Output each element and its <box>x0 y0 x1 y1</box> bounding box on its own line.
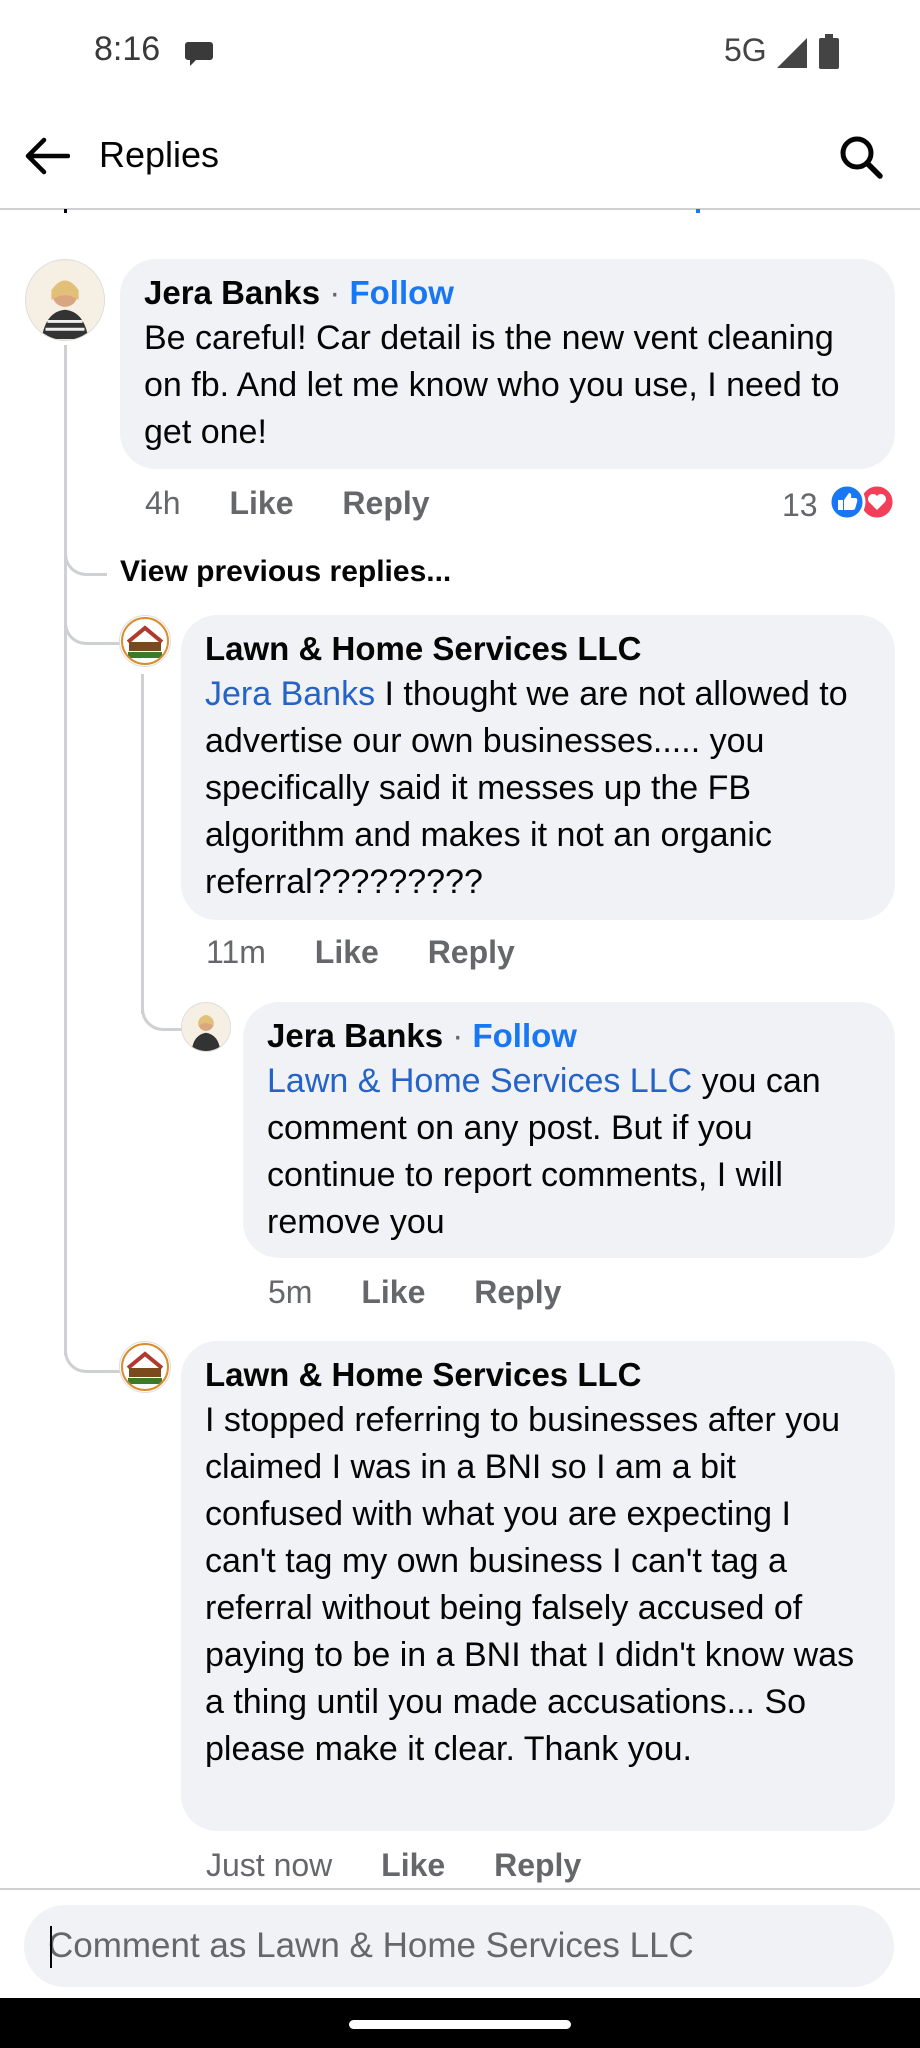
thread-connector <box>64 1340 121 1373</box>
thread-connector <box>64 600 121 645</box>
page-title: Replies <box>99 134 220 175</box>
text-cursor <box>50 1926 52 1968</box>
view-previous-replies-link[interactable]: View previous replies... <box>120 555 451 589</box>
comment-actions: 5m Like Reply <box>268 1274 601 1311</box>
comment-bubble: Jera Banks · Follow Be careful! Car deta… <box>120 259 895 469</box>
comment-text: Lawn & Home Services LLC you can comment… <box>267 1058 871 1246</box>
mention-link[interactable]: Jera Banks <box>205 675 375 713</box>
network-type: 5G <box>724 32 767 68</box>
thread-line <box>141 674 144 1014</box>
separator-dot: · <box>452 1017 473 1054</box>
battery-icon <box>819 34 839 69</box>
comment-timestamp: 4h <box>145 485 181 521</box>
cell-signal-icon <box>777 38 807 68</box>
comment-bubble: Jera Banks · Follow Lawn & Home Services… <box>243 1002 895 1258</box>
status-bar: 8:16 5G <box>0 0 920 104</box>
comment-author-line: Jera Banks · Follow <box>144 273 871 313</box>
reply-button[interactable]: Reply <box>494 1847 581 1883</box>
comment-timestamp: 11m <box>206 934 266 970</box>
comment-author[interactable]: Lawn & Home Services LLC <box>205 630 641 667</box>
avatar[interactable] <box>181 1002 231 1052</box>
status-time: 8:16 <box>94 30 161 68</box>
like-button[interactable]: Like <box>229 485 293 521</box>
reply-button[interactable]: Reply <box>474 1274 561 1310</box>
separator-dot: · <box>329 274 350 311</box>
thread-line <box>64 345 67 1355</box>
avatar[interactable] <box>25 259 105 341</box>
comment-input[interactable] <box>24 1905 894 1987</box>
comment-text: Be careful! Car detail is the new vent c… <box>144 319 840 451</box>
avatar[interactable] <box>119 615 171 667</box>
reaction-count: 13 <box>782 487 818 523</box>
comment-text: Jera Banks I thought we are not allowed … <box>205 671 871 906</box>
comment-composer <box>0 1888 920 1998</box>
thread-connector <box>64 540 107 576</box>
like-button[interactable]: Like <box>381 1847 445 1883</box>
home-gesture-handle[interactable] <box>349 2020 571 2029</box>
chat-bubble-icon <box>185 42 213 66</box>
comment-author[interactable]: Jera Banks <box>144 274 320 311</box>
arrow-left-icon[interactable] <box>24 136 70 176</box>
mention-link[interactable]: Lawn & Home Services LLC <box>267 1062 692 1100</box>
like-button[interactable]: Like <box>361 1274 425 1310</box>
like-button[interactable]: Like <box>315 934 379 970</box>
comment-actions: 11m Like Reply <box>206 934 555 971</box>
thread-connector <box>141 990 182 1031</box>
avatar[interactable] <box>119 1341 171 1393</box>
comment-bubble: Lawn & Home Services LLC I stopped refer… <box>181 1341 895 1831</box>
comment-bubble: Lawn & Home Services LLC Jera Banks I th… <box>181 615 895 920</box>
scrolled-content-edge <box>64 209 67 213</box>
comment-author-line: Lawn & Home Services LLC <box>205 1355 871 1395</box>
comment-timestamp: Just now <box>206 1847 333 1883</box>
comment-author-line: Jera Banks · Follow <box>267 1016 871 1056</box>
scrolled-content-edge <box>696 209 700 213</box>
comment-actions: 4h Like Reply <box>145 485 470 522</box>
follow-button[interactable]: Follow <box>349 274 453 311</box>
comment-author-line: Lawn & Home Services LLC <box>205 629 871 669</box>
app-header: Replies <box>0 104 920 210</box>
comment-text: I stopped referring to businesses after … <box>205 1401 855 1768</box>
reply-button[interactable]: Reply <box>342 485 429 521</box>
comment-author[interactable]: Lawn & Home Services LLC <box>205 1356 641 1393</box>
comment-actions: Just now Like Reply <box>206 1847 621 1884</box>
reply-button[interactable]: Reply <box>428 934 515 970</box>
like-reaction-icon <box>828 483 866 521</box>
follow-button[interactable]: Follow <box>472 1017 576 1054</box>
search-icon[interactable] <box>838 134 884 180</box>
comment-timestamp: 5m <box>268 1274 313 1310</box>
comment-author[interactable]: Jera Banks <box>267 1017 443 1054</box>
system-nav-bar <box>0 1998 920 2048</box>
